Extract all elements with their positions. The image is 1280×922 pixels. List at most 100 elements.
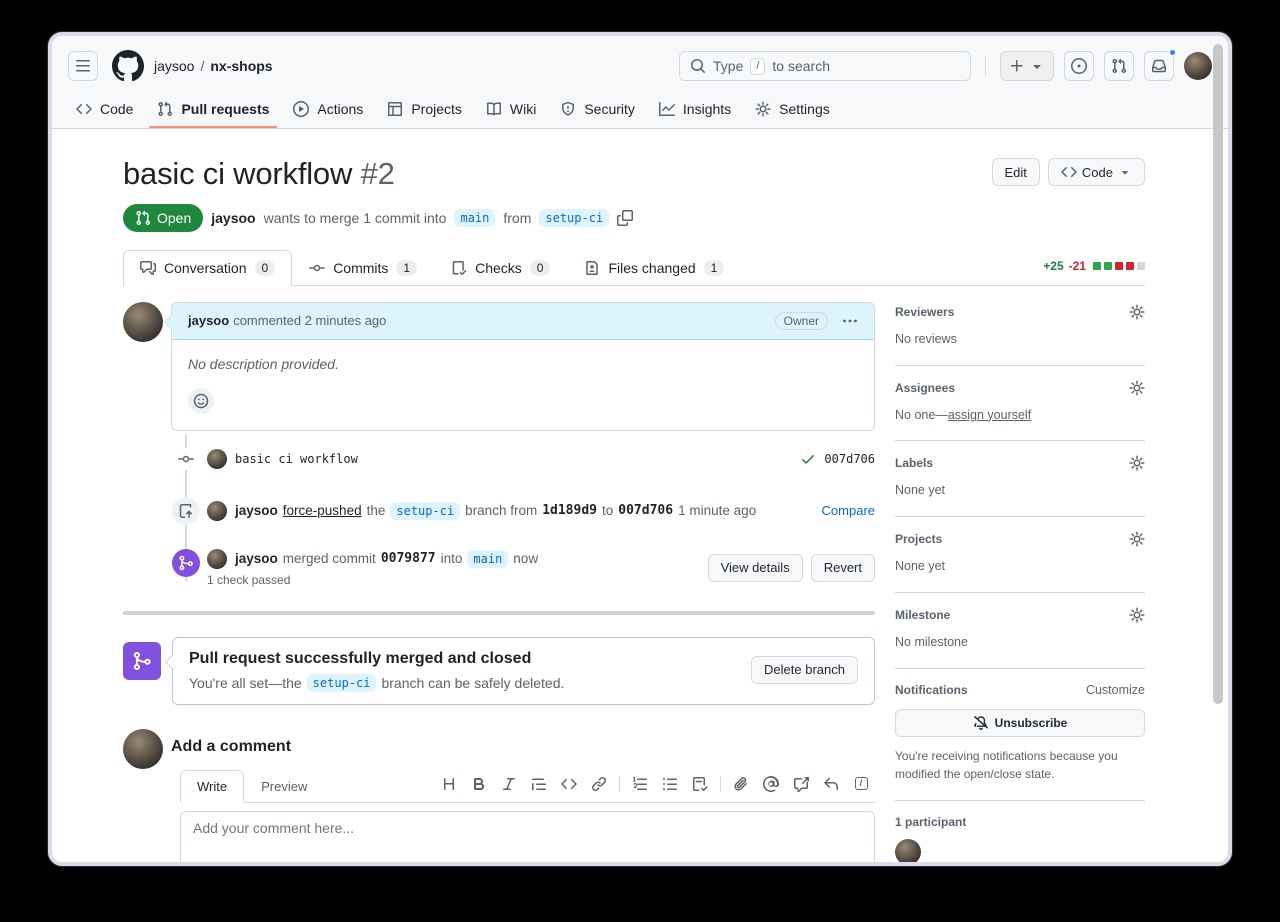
check-status-text[interactable]: 1 check passed xyxy=(207,573,538,587)
issue-opened-icon xyxy=(1071,58,1087,74)
reviewers-header[interactable]: Reviewers xyxy=(895,304,1145,320)
shield-icon xyxy=(560,101,576,117)
code-dropdown-button[interactable]: Code xyxy=(1048,158,1145,186)
nav-tab-insights[interactable]: Insights xyxy=(651,90,739,128)
merged-banner: Pull request successfully merged and clo… xyxy=(123,637,875,705)
delete-branch-button[interactable]: Delete branch xyxy=(751,656,858,684)
heading-icon[interactable] xyxy=(435,770,463,798)
old-sha[interactable]: 1d189d9 xyxy=(542,503,597,518)
nav-tab-settings[interactable]: Settings xyxy=(747,90,838,128)
merge-branch-label[interactable]: main xyxy=(467,550,508,568)
commit-sha-link[interactable]: 007d706 xyxy=(824,452,875,466)
commit-author-avatar[interactable] xyxy=(207,449,227,469)
reply-icon[interactable] xyxy=(817,770,845,798)
breadcrumb-owner[interactable]: jaysoo xyxy=(154,58,194,74)
git-commit-icon xyxy=(309,260,325,276)
code-icon[interactable] xyxy=(555,770,583,798)
projects-header[interactable]: Projects xyxy=(895,531,1145,547)
write-tab[interactable]: Write xyxy=(180,770,244,803)
user-avatar[interactable] xyxy=(1184,52,1212,80)
projects-value: None yet xyxy=(895,557,1145,576)
issues-button[interactable] xyxy=(1064,51,1094,81)
nav-tab-wiki[interactable]: Wiki xyxy=(478,90,544,128)
merged-sha[interactable]: 0079877 xyxy=(381,551,436,566)
app-header: jaysoo / nx-shops Type / to search xyxy=(52,36,1228,129)
slash-command-icon[interactable]: / xyxy=(847,770,875,798)
copy-branch-button[interactable] xyxy=(617,210,633,226)
nav-tab-projects[interactable]: Projects xyxy=(379,90,470,128)
new-sha[interactable]: 007d706 xyxy=(618,503,673,518)
tab-files-changed[interactable]: Files changed1 xyxy=(567,250,741,286)
merge-author[interactable]: jaysoo xyxy=(235,551,278,566)
search-input[interactable]: Type / to search xyxy=(679,51,971,81)
force-push-avatar[interactable] xyxy=(207,501,227,521)
mention-icon[interactable] xyxy=(757,770,785,798)
revert-button[interactable]: Revert xyxy=(811,554,875,582)
nav-tab-security[interactable]: Security xyxy=(552,90,643,128)
comment-timestamp[interactable]: commented 2 minutes ago xyxy=(233,313,386,328)
paperclip-icon[interactable] xyxy=(727,770,755,798)
notifications-inbox-button[interactable] xyxy=(1144,51,1174,81)
comment-input[interactable] xyxy=(180,811,875,866)
git-pull-request-icon xyxy=(1111,58,1127,74)
hamburger-menu-button[interactable] xyxy=(68,51,98,81)
check-icon[interactable] xyxy=(800,451,816,467)
assignees-header[interactable]: Assignees xyxy=(895,380,1145,396)
base-branch-label[interactable]: main xyxy=(454,209,495,227)
tab-conversation[interactable]: Conversation0 xyxy=(123,250,292,286)
participant-avatar[interactable] xyxy=(895,839,921,865)
unsubscribe-button[interactable]: Unsubscribe xyxy=(895,709,1145,737)
create-new-button[interactable] xyxy=(1000,51,1054,81)
force-push-branch-label[interactable]: setup-ci xyxy=(390,502,460,520)
gear-icon[interactable] xyxy=(1129,380,1145,396)
tab-checks[interactable]: Checks0 xyxy=(434,250,567,286)
edit-button[interactable]: Edit xyxy=(992,158,1040,186)
github-logo-icon[interactable] xyxy=(112,50,144,82)
nav-tab-actions[interactable]: Actions xyxy=(285,90,371,128)
tasklist-icon[interactable] xyxy=(686,770,714,798)
table-icon xyxy=(387,101,403,117)
header-divider xyxy=(985,56,986,76)
scrollbar[interactable] xyxy=(1213,44,1223,704)
merged-banner-title: Pull request successfully merged and clo… xyxy=(189,650,564,668)
bold-icon[interactable] xyxy=(465,770,493,798)
gear-icon[interactable] xyxy=(1129,455,1145,471)
gear-icon[interactable] xyxy=(1129,304,1145,320)
comment-menu-button[interactable] xyxy=(842,313,858,329)
diffstat-block xyxy=(1137,262,1145,270)
force-push-author[interactable]: jaysoo xyxy=(235,503,278,518)
nav-tab-pull-requests[interactable]: Pull requests xyxy=(149,90,277,128)
nav-tab-code[interactable]: Code xyxy=(68,90,141,128)
editor-toolbar: / xyxy=(435,770,875,802)
comment-author-avatar[interactable] xyxy=(123,302,163,342)
commit-message-link[interactable]: basic ci workflow xyxy=(235,452,358,466)
assign-yourself-link[interactable]: assign yourself xyxy=(948,408,1031,422)
add-reaction-button[interactable] xyxy=(188,388,214,414)
compare-link[interactable]: Compare xyxy=(822,503,875,518)
labels-header[interactable]: Labels xyxy=(895,455,1145,471)
code-icon xyxy=(76,101,92,117)
pr-author[interactable]: jaysoo xyxy=(211,210,255,226)
view-details-button[interactable]: View details xyxy=(708,554,803,582)
comment-author[interactable]: jaysoo xyxy=(188,313,229,328)
diffstat-additions: +25 xyxy=(1043,259,1063,273)
link-icon[interactable] xyxy=(585,770,613,798)
pull-requests-button[interactable] xyxy=(1104,51,1134,81)
unread-notification-dot xyxy=(1168,48,1177,57)
deletable-branch-label[interactable]: setup-ci xyxy=(307,674,377,692)
cross-reference-icon[interactable] xyxy=(787,770,815,798)
italic-icon[interactable] xyxy=(495,770,523,798)
head-branch-label[interactable]: setup-ci xyxy=(539,209,609,227)
list-ordered-icon[interactable] xyxy=(626,770,654,798)
preview-tab[interactable]: Preview xyxy=(244,770,324,803)
list-unordered-icon[interactable] xyxy=(656,770,684,798)
breadcrumb-repo[interactable]: nx-shops xyxy=(210,58,272,74)
quote-icon[interactable] xyxy=(525,770,553,798)
gear-icon[interactable] xyxy=(1129,531,1145,547)
milestone-header[interactable]: Milestone xyxy=(895,607,1145,623)
merge-avatar[interactable] xyxy=(207,549,227,569)
force-push-link[interactable]: force-pushed xyxy=(283,503,362,518)
gear-icon[interactable] xyxy=(1129,607,1145,623)
customize-link[interactable]: Customize xyxy=(1086,683,1145,697)
tab-commits[interactable]: Commits1 xyxy=(292,250,434,286)
